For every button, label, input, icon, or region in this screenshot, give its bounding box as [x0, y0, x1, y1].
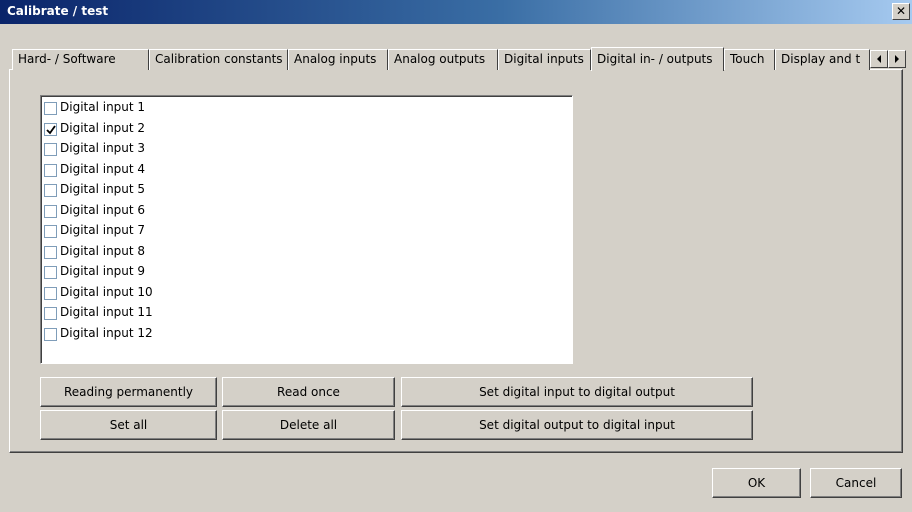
checkbox[interactable]	[44, 184, 57, 197]
read-once-button[interactable]: Read once	[222, 377, 395, 407]
tab-analog-inputs[interactable]: Analog inputs	[288, 49, 388, 70]
tab-scroll-right-button[interactable]	[888, 50, 906, 68]
set-input-to-output-button[interactable]: Set digital input to digital output	[401, 377, 753, 407]
list-item-label: Digital input 12	[60, 325, 153, 340]
digital-input-list[interactable]: Digital input 1 Digital input 2 Digital in…	[40, 95, 573, 364]
calibrate-dialog: Calibrate / test ✕ Hard- / Software Cali…	[0, 0, 912, 512]
list-item-digital-input-3[interactable]: Digital input 3	[44, 140, 564, 160]
list-item-label: Digital input 5	[60, 182, 146, 196]
checkbox[interactable]	[44, 307, 57, 320]
reading-permanently-button[interactable]: Reading permanently	[40, 377, 217, 407]
close-icon: ✕	[895, 4, 907, 18]
list-item-digital-input-12[interactable]: Digital input 12	[44, 325, 564, 345]
window-title: Calibrate / test	[7, 4, 109, 18]
triangle-right-icon	[895, 55, 899, 63]
list-item-label: Digital input 4	[60, 161, 146, 176]
list-item-label: Digital input 10	[60, 284, 153, 299]
list-item-label: Digital input 7	[60, 223, 146, 237]
tab-hard-software[interactable]: Hard- / Software	[12, 49, 149, 70]
list-item-label: Digital input 9	[60, 264, 146, 278]
list-item-label: Digital input 3	[60, 141, 146, 155]
delete-all-button[interactable]: Delete all	[222, 410, 395, 440]
list-item-digital-input-5[interactable]: Digital input 5	[44, 181, 564, 201]
checkbox[interactable]	[44, 225, 57, 238]
list-item-digital-input-11[interactable]: Digital input 11	[44, 304, 564, 324]
checkbox[interactable]	[44, 245, 57, 259]
checkbox[interactable]	[44, 204, 57, 218]
tab-calibration-constants[interactable]: Calibration constants	[149, 49, 288, 70]
list-item-label: Digital input 8	[60, 243, 146, 258]
checkbox[interactable]	[44, 163, 57, 177]
list-item-label: Digital input 6	[60, 202, 146, 217]
list-item-digital-input-2[interactable]: Digital input 2	[44, 120, 564, 140]
tab-analog-outputs[interactable]: Analog outputs	[388, 49, 498, 70]
tab-touch[interactable]: Touch	[724, 49, 775, 70]
checkbox[interactable]	[44, 286, 57, 300]
list-item-digital-input-7[interactable]: Digital input 7	[44, 222, 564, 242]
checkbox[interactable]	[44, 327, 57, 341]
checkbox[interactable]	[44, 122, 57, 136]
set-all-button[interactable]: Set all	[40, 410, 217, 440]
tab-digital-inputs[interactable]: Digital inputs	[498, 49, 591, 70]
checkmark-icon	[46, 124, 56, 134]
title-bar[interactable]: Calibrate / test ✕	[0, 0, 912, 24]
list-item-digital-input-8[interactable]: Digital input 8	[44, 243, 564, 263]
close-button[interactable]: ✕	[892, 3, 910, 20]
checkbox[interactable]	[44, 266, 57, 279]
tab-scroll-controls	[870, 50, 906, 68]
list-item-label: Digital input 2	[60, 120, 146, 135]
tab-display[interactable]: Display and t	[775, 49, 870, 70]
list-item-label: Digital input 1	[60, 100, 146, 114]
list-item-digital-input-6[interactable]: Digital input 6	[44, 202, 564, 222]
tab-strip: Hard- / Software Calibration constants A…	[12, 47, 870, 71]
triangle-left-icon	[877, 55, 881, 63]
list-item-digital-input-1[interactable]: Digital input 1	[44, 99, 564, 119]
checkbox[interactable]	[44, 143, 57, 156]
tab-scroll-left-button[interactable]	[870, 50, 888, 68]
list-item-digital-input-9[interactable]: Digital input 9	[44, 263, 564, 283]
set-output-to-input-button[interactable]: Set digital output to digital input	[401, 410, 753, 440]
checkbox[interactable]	[44, 102, 57, 115]
list-item-label: Digital input 11	[60, 305, 153, 319]
cancel-button[interactable]: Cancel	[810, 468, 902, 498]
list-item-digital-input-4[interactable]: Digital input 4	[44, 161, 564, 181]
tab-digital-in-outputs[interactable]: Digital in- / outputs	[591, 47, 724, 71]
list-item-digital-input-10[interactable]: Digital input 10	[44, 284, 564, 304]
ok-button[interactable]: OK	[712, 468, 801, 498]
